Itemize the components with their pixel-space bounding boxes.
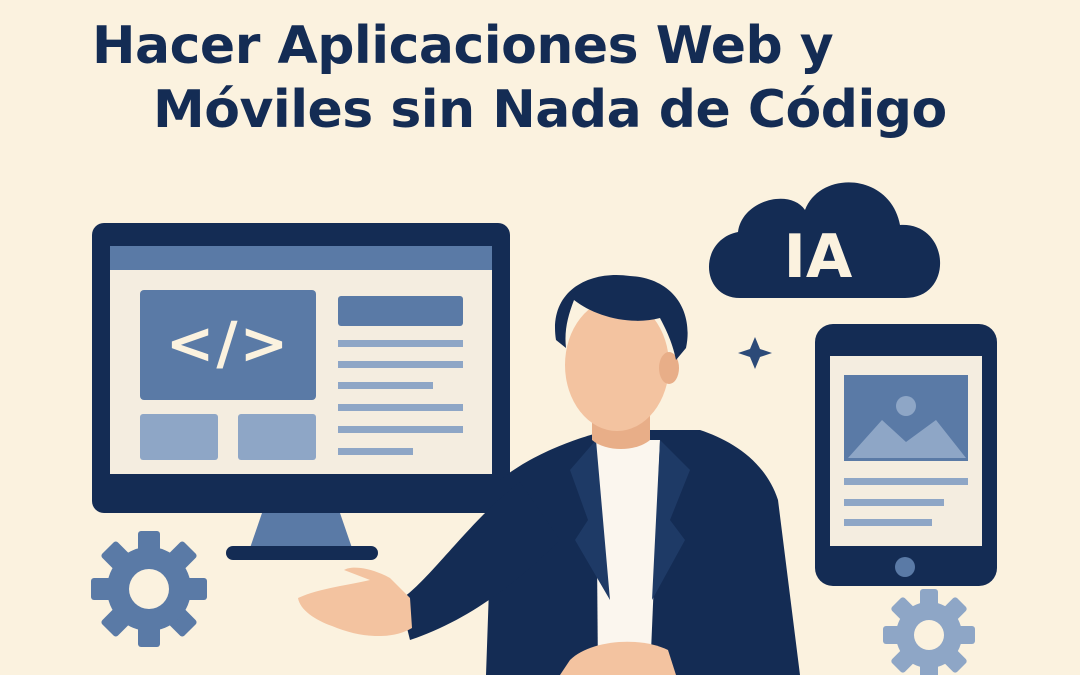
gear-icon-small [883, 589, 975, 675]
ia-label: IA [783, 222, 853, 292]
tablet-icon [815, 324, 997, 586]
gear-icon [91, 531, 207, 647]
code-icon: </> [165, 309, 291, 377]
sparkle-icon [738, 337, 772, 369]
desktop-monitor-icon [92, 223, 510, 560]
